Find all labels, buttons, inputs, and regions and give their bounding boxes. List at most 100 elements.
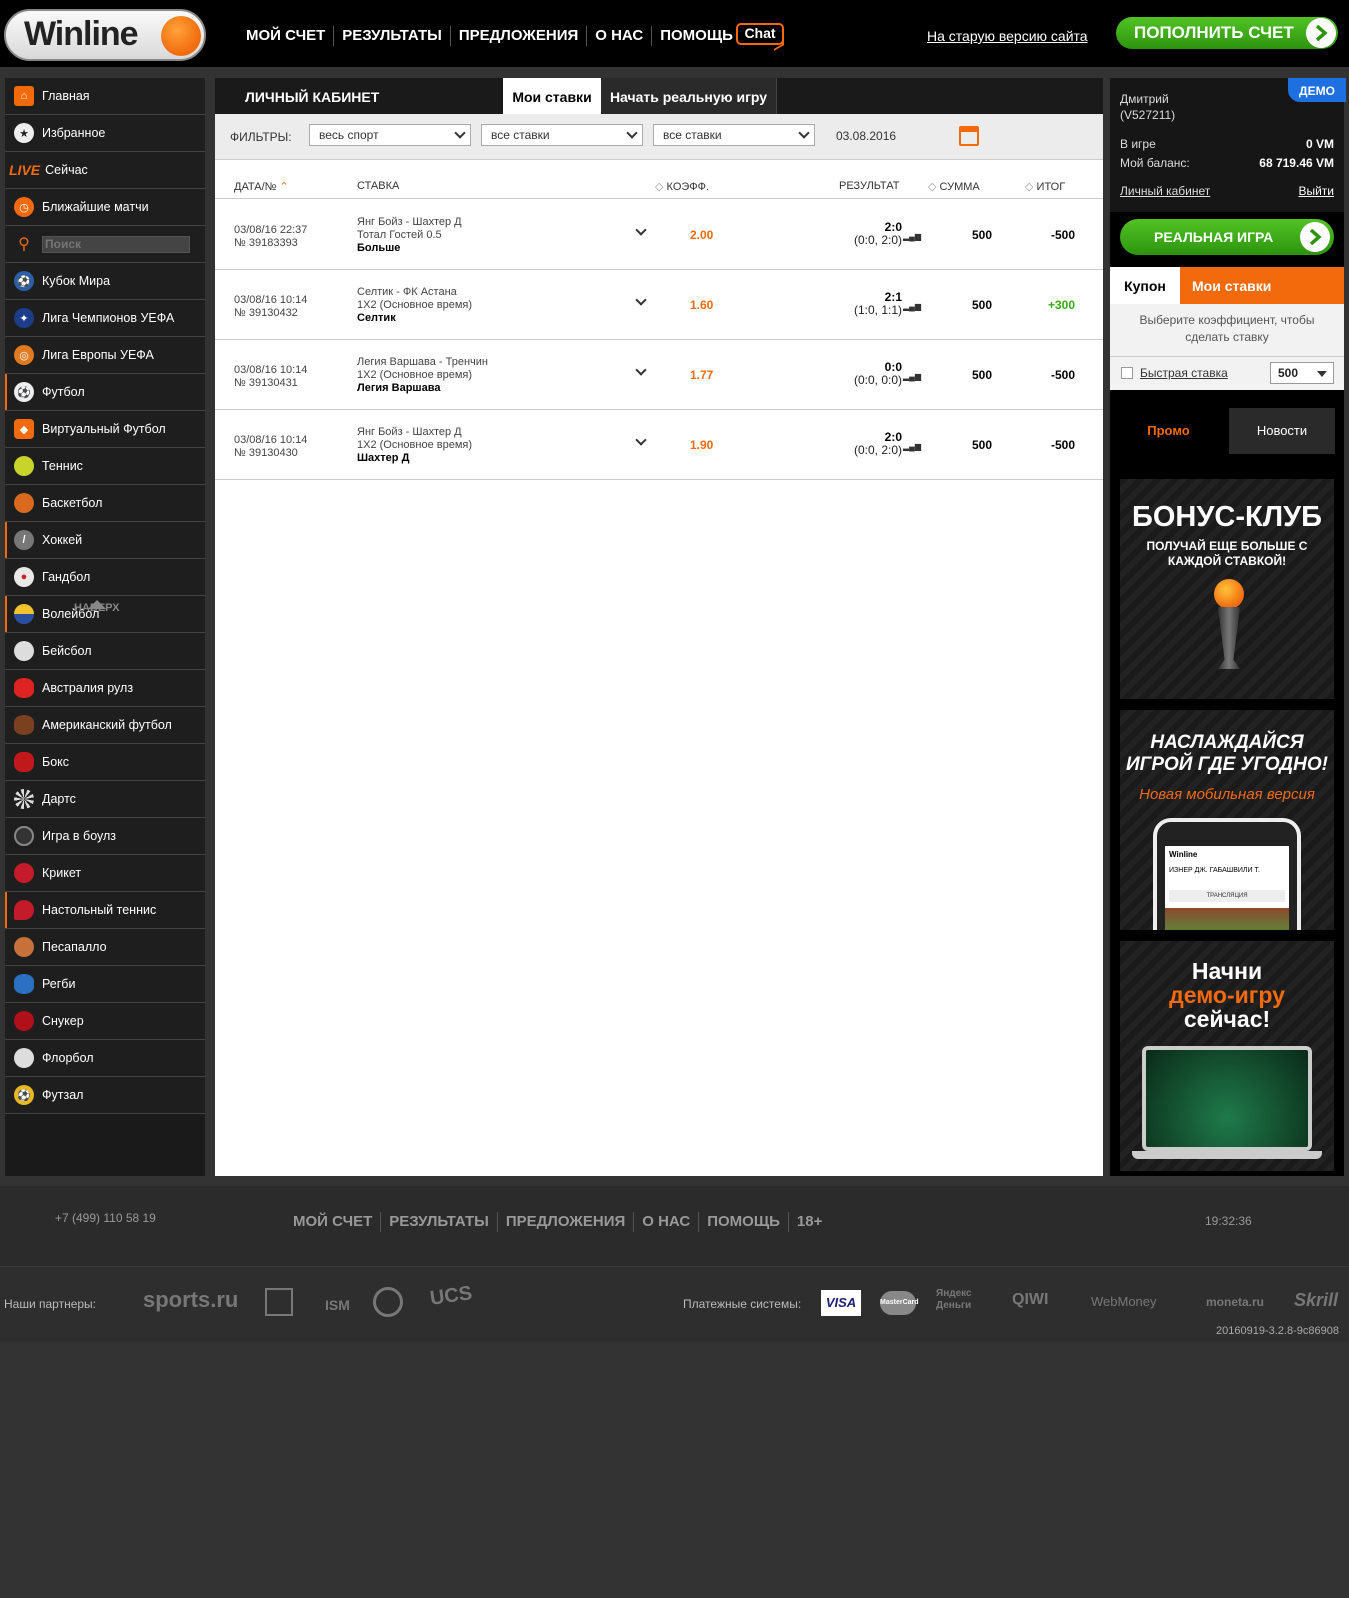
tab-start-real-game[interactable]: Начать реальную игру bbox=[601, 78, 777, 114]
table-row: 03/08/16 10:14 № 39130431 Легия Варшава - … bbox=[215, 340, 1103, 410]
chevron-down-icon[interactable] bbox=[635, 294, 647, 306]
bet-pick: Больше bbox=[357, 242, 401, 254]
col-date[interactable]: ДАТА/№ ⌃ bbox=[234, 180, 289, 193]
sidebar-item-champions-league[interactable]: ✦ Лига Чемпионов УЕФА bbox=[5, 300, 205, 337]
sidebar-item-basketball[interactable]: Баскетбол bbox=[5, 485, 205, 522]
sidebar-item-live[interactable]: LIVE Сейчас bbox=[5, 152, 205, 189]
visa-logo[interactable]: VISA bbox=[821, 1290, 861, 1316]
demo-game-banner[interactable]: Начни демо-игру сейчас! bbox=[1120, 941, 1334, 1171]
ism-logo[interactable]: ISM bbox=[325, 1297, 350, 1313]
sidebar-item-baseball[interactable]: Бейсбол bbox=[5, 633, 205, 670]
chevron-right-icon[interactable] bbox=[1306, 18, 1336, 48]
mobile-version-banner[interactable]: НАСЛАЖДАЙСЯ ИГРОЙ ГДЕ УГОДНО! Новая моби… bbox=[1120, 710, 1334, 930]
stats-icon[interactable]: ▂▄▆ bbox=[903, 442, 921, 451]
stats-icon[interactable]: ▂▄▆ bbox=[903, 372, 921, 381]
deposit-button[interactable]: ПОПОЛНИТЬ СЧЕТ bbox=[1116, 17, 1338, 49]
chevron-down-icon[interactable] bbox=[635, 434, 647, 446]
tab-news[interactable]: Новости bbox=[1229, 408, 1335, 454]
home-icon: ⌂ bbox=[14, 86, 34, 106]
live-icon: LIVE bbox=[9, 162, 41, 178]
nav-help[interactable]: ПОМОЩЬ bbox=[652, 26, 741, 46]
sidebar-item-bowls[interactable]: Игра в боулз bbox=[5, 818, 205, 855]
sidebar-item-table-tennis[interactable]: Настольный теннис bbox=[5, 892, 205, 929]
nav-my-account[interactable]: МОЙ СЧЕТ bbox=[238, 26, 335, 46]
quick-bet-amount-select[interactable]: 500 bbox=[1270, 362, 1334, 384]
sidebar-item-snooker[interactable]: Снукер bbox=[5, 1003, 205, 1040]
col-total[interactable]: ◇ ИТОГ bbox=[1025, 180, 1065, 193]
footer-nav-results[interactable]: РЕЗУЛЬТАТЫ bbox=[381, 1212, 498, 1232]
col-sum[interactable]: ◇ СУММА bbox=[928, 180, 980, 193]
back-to-top-button[interactable]: НАВЕРХ bbox=[74, 602, 119, 614]
tab-promo[interactable]: Промо bbox=[1110, 408, 1227, 454]
chronopay-logo[interactable] bbox=[373, 1287, 403, 1317]
bet-coefficient: 2.00 bbox=[690, 228, 714, 242]
sidebar-item-darts[interactable]: Дартс bbox=[5, 781, 205, 818]
sidebar-item-rugby[interactable]: Регби bbox=[5, 966, 205, 1003]
sidebar-item-label: Виртуальный Футбол bbox=[42, 422, 166, 436]
sports-ru-logo[interactable]: sports.ru bbox=[143, 1287, 238, 1313]
sidebar-item-virtual-football[interactable]: ◆ Виртуальный Футбол bbox=[5, 411, 205, 448]
cabinet-link[interactable]: Личный кабинет bbox=[1120, 184, 1210, 198]
sidebar-item-upcoming[interactable]: ◷ Ближайшие матчи bbox=[5, 189, 205, 226]
nav-offers[interactable]: ПРЕДЛОЖЕНИЯ bbox=[451, 26, 588, 46]
footer-nav-about[interactable]: О НАС bbox=[634, 1212, 700, 1232]
sidebar-item-futsal[interactable]: ⚽ Футзал bbox=[5, 1077, 205, 1114]
tab-coupon[interactable]: Купон bbox=[1110, 267, 1180, 304]
partner-emblem-logo[interactable] bbox=[265, 1288, 293, 1316]
chevron-down-icon[interactable] bbox=[635, 224, 647, 236]
sidebar-item-pesapallo[interactable]: Песапалло bbox=[5, 929, 205, 966]
calendar-icon[interactable] bbox=[959, 126, 979, 146]
sidebar-item-world-cup[interactable]: ⚽ Кубок Мира bbox=[5, 263, 205, 300]
chevron-down-icon[interactable] bbox=[635, 364, 647, 376]
logout-link[interactable]: Выйти bbox=[1298, 184, 1334, 198]
sidebar-item-cricket[interactable]: Крикет bbox=[5, 855, 205, 892]
chevron-right-icon[interactable] bbox=[1300, 222, 1330, 252]
winline-logo[interactable]: Winline bbox=[4, 9, 206, 61]
partners-bar: Наши партнеры: sports.ru ISM UCS Платежн… bbox=[0, 1266, 1349, 1342]
tab-my-bets[interactable]: Мои ставки bbox=[503, 78, 601, 114]
sidebar-item-aussie-rules[interactable]: Австралия рулз bbox=[5, 670, 205, 707]
banner-subtitle: Новая мобильная версия bbox=[1139, 786, 1315, 803]
banner-title: БОНУС-КЛУБ bbox=[1132, 501, 1322, 533]
app-logo: Winline bbox=[1169, 850, 1198, 859]
bet-type-filter-select[interactable]: все ставки bbox=[481, 124, 643, 146]
bet-event: Янг Бойз - Шахтер Д bbox=[357, 426, 462, 438]
tab-coupon-my-bets[interactable]: Мои ставки bbox=[1192, 267, 1271, 305]
date-filter[interactable]: 03.08.2016 bbox=[836, 129, 896, 143]
yandex-money-logo[interactable]: Яндекс Деньги bbox=[936, 1288, 996, 1312]
app-match-row: ИЗНЕР ДЖ. ГАБАШВИЛИ Т. bbox=[1169, 867, 1260, 874]
sidebar-item-home[interactable]: ⌂ Главная bbox=[5, 78, 205, 115]
sidebar-item-tennis[interactable]: Теннис bbox=[5, 448, 205, 485]
ucs-logo[interactable]: UCS bbox=[429, 1282, 474, 1311]
baseball-icon bbox=[14, 641, 34, 661]
webmoney-logo[interactable]: WebMoney bbox=[1091, 1294, 1157, 1309]
sidebar-item-floorball[interactable]: Флорбол bbox=[5, 1040, 205, 1077]
col-date-label: ДАТА/№ bbox=[234, 181, 277, 193]
footer-nav-offers[interactable]: ПРЕДЛОЖЕНИЯ bbox=[498, 1212, 635, 1232]
moneta-logo[interactable]: moneta.ru bbox=[1206, 1295, 1264, 1309]
quick-bet-label[interactable]: Быстрая ставка bbox=[1140, 366, 1228, 380]
sidebar-item-american-football[interactable]: Американский футбол bbox=[5, 707, 205, 744]
stats-icon[interactable]: ▂▄▆ bbox=[903, 302, 921, 311]
bonus-club-banner[interactable]: БОНУС-КЛУБ ПОЛУЧАЙ ЕЩЕ БОЛЬШЕ С КАЖДОЙ С… bbox=[1120, 479, 1334, 699]
footer-nav-my-account[interactable]: МОЙ СЧЕТ bbox=[285, 1212, 382, 1232]
quick-bet-checkbox[interactable] bbox=[1121, 367, 1133, 379]
col-coef[interactable]: ◇ КОЭФФ. bbox=[655, 180, 709, 193]
bet-status-filter-select[interactable]: все ставки bbox=[653, 124, 815, 146]
nav-results[interactable]: РЕЗУЛЬТАТЫ bbox=[334, 26, 451, 46]
sidebar-item-handball[interactable]: ● Гандбол bbox=[5, 559, 205, 596]
stats-icon[interactable]: ▂▄▆ bbox=[903, 232, 921, 241]
sport-filter-select[interactable]: весь спорт bbox=[309, 124, 471, 146]
search-input[interactable] bbox=[42, 235, 190, 253]
sidebar-item-europa-league[interactable]: ◎ Лига Европы УЕФА bbox=[5, 337, 205, 374]
nav-about[interactable]: О НАС bbox=[587, 26, 653, 46]
footer-nav-help[interactable]: ПОМОЩЬ bbox=[699, 1212, 789, 1232]
qiwi-logo[interactable]: QIWI bbox=[1012, 1291, 1048, 1309]
sidebar-item-hockey[interactable]: / Хоккей bbox=[5, 522, 205, 559]
sidebar-item-football[interactable]: ⚽ Футбол bbox=[5, 374, 205, 411]
skrill-logo[interactable]: Skrill bbox=[1294, 1290, 1338, 1311]
sidebar-item-favorites[interactable]: ★ Избранное bbox=[5, 115, 205, 152]
old-site-link[interactable]: На старую версию сайта bbox=[927, 28, 1088, 44]
sidebar-item-boxing[interactable]: Бокс bbox=[5, 744, 205, 781]
mastercard-logo[interactable]: MasterCard bbox=[880, 1291, 919, 1315]
